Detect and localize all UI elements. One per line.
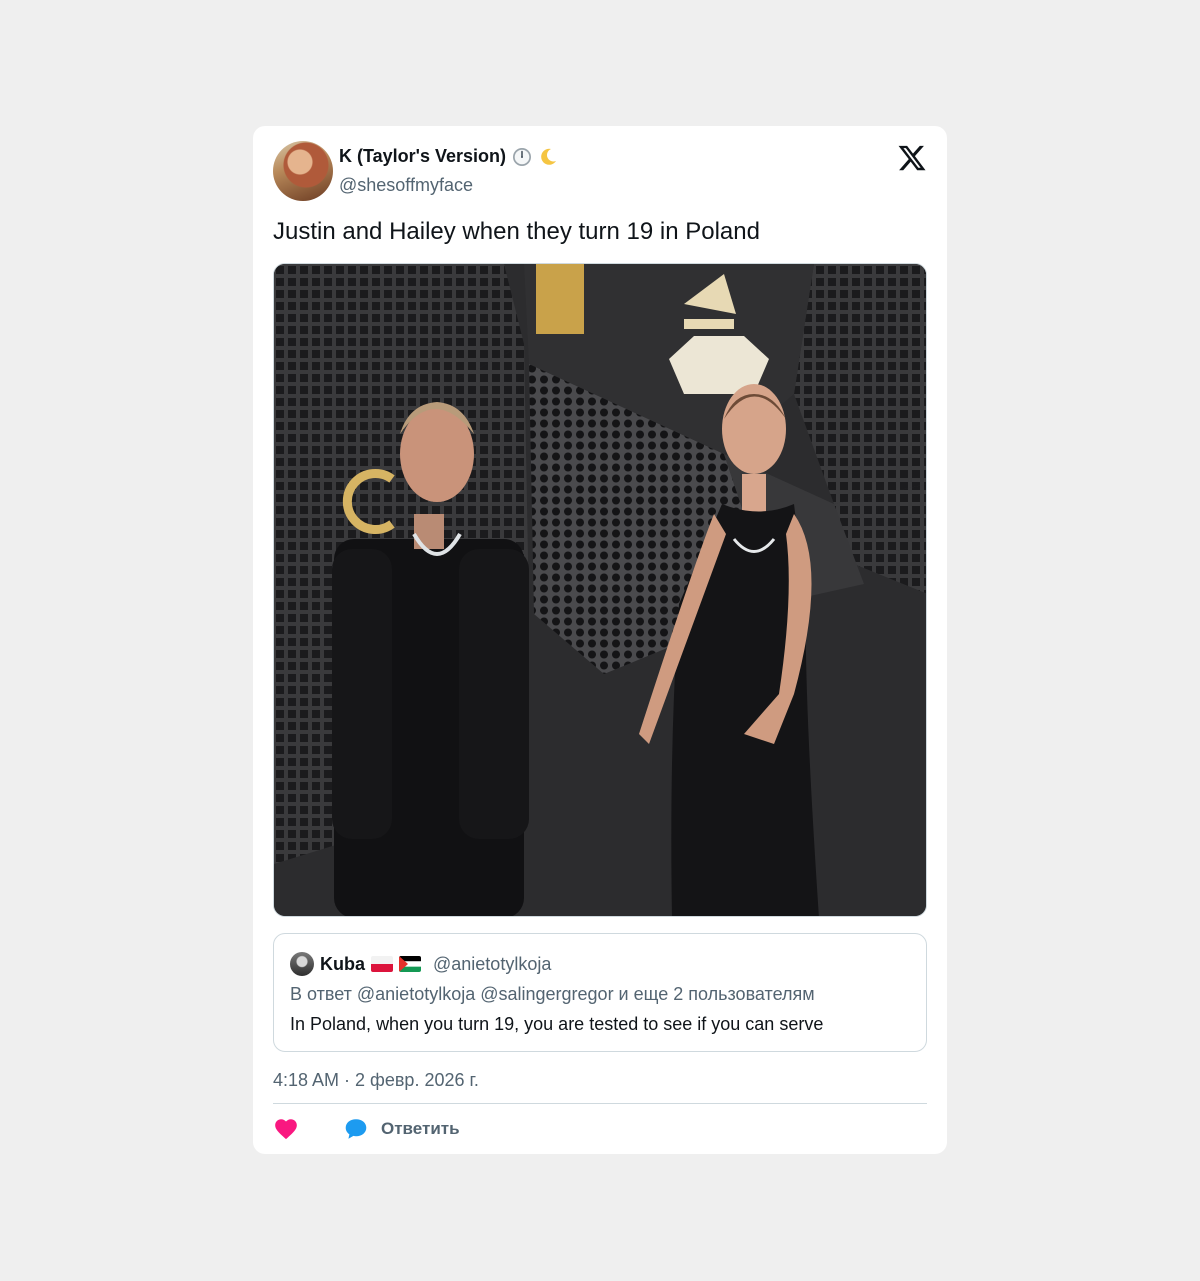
palestine-flag-icon <box>399 956 421 972</box>
clock-icon <box>512 147 532 167</box>
tweet-card: K (Taylor's Version) @shesoffmyface Just… <box>253 126 947 1154</box>
author-name-row: K (Taylor's Version) <box>339 146 558 167</box>
moon-icon <box>538 147 558 167</box>
quoted-tweet-text: In Poland, when you turn 19, you are tes… <box>290 1014 824 1034</box>
quoted-author-display-name[interactable]: Kuba <box>320 954 365 975</box>
divider <box>273 1103 927 1104</box>
x-logo-icon[interactable] <box>897 143 927 173</box>
quoted-author-handle[interactable]: @anietotylkoja <box>433 954 551 975</box>
reply-context: В ответ @anietotylkoja @salingergregor и… <box>290 984 815 1004</box>
heart-icon <box>275 1119 297 1140</box>
like-button[interactable] <box>273 1116 299 1142</box>
speech-bubble-icon <box>343 1116 369 1142</box>
tweet-text: Justin and Hailey when they turn 19 in P… <box>273 218 760 245</box>
quoted-author-row: Kuba @anietotylkoja <box>320 952 551 976</box>
reply-label: Ответить <box>381 1119 460 1138</box>
action-bar: Ответить <box>273 1116 460 1142</box>
quoted-tweet[interactable]: Kuba @anietotylkoja В ответ @anietotylko… <box>273 933 927 1052</box>
quoted-author-avatar[interactable] <box>290 952 314 976</box>
author-display-name[interactable]: K (Taylor's Version) <box>339 146 506 167</box>
author-avatar[interactable] <box>273 141 333 201</box>
reply-button[interactable]: Ответить <box>343 1116 460 1142</box>
author-handle[interactable]: @shesoffmyface <box>339 175 473 196</box>
tweet-timestamp[interactable]: 4:18 AM · 2 февр. 2026 г. <box>273 1070 479 1091</box>
tweet-photo[interactable] <box>273 263 927 917</box>
poland-flag-icon <box>371 956 393 972</box>
